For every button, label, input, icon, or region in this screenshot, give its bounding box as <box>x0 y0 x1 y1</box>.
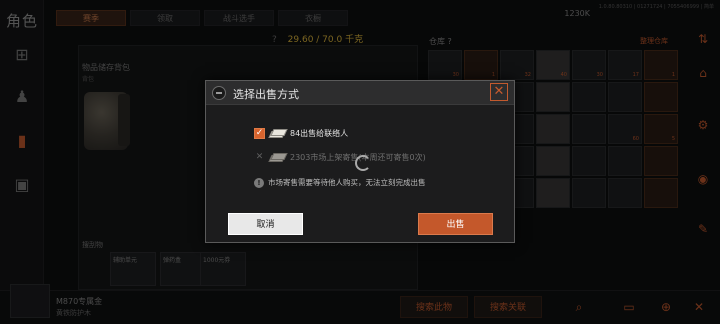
dialog-title: 选择出售方式 <box>233 88 299 101</box>
cancel-button[interactable]: 取消 <box>228 213 303 235</box>
note-text: 市场寄售需要等待他人购买，无法立刻完成出售 <box>268 178 426 187</box>
checkbox-checked-icon[interactable]: ✓ <box>254 127 265 139</box>
loading-spinner-icon <box>355 155 371 171</box>
option-a-label: 84出售给联络人 <box>290 128 349 138</box>
cash-stack-icon <box>268 152 288 162</box>
dialog-note: ! 市场寄售需要等待他人购买，无法立刻完成出售 <box>254 177 426 188</box>
disabled-x-icon: ✕ <box>255 151 264 162</box>
sell-button[interactable]: 出售 <box>418 213 493 235</box>
cash-stack-icon <box>268 128 288 138</box>
sell-method-dialog: 选择出售方式 ✕ ✓ 84出售给联络人 ✕ 2303市场上架寄售(本周还可寄售0… <box>205 80 515 243</box>
warning-icon: ! <box>254 177 264 188</box>
close-icon[interactable]: ✕ <box>490 83 508 101</box>
option-sell-to-contact[interactable]: ✓ 84出售给联络人 <box>254 126 348 140</box>
option-market-consign: ✕ 2303市场上架寄售(本周还可寄售0次) <box>254 150 426 164</box>
game-logo-icon <box>212 86 226 100</box>
dialog-header: 选择出售方式 ✕ <box>206 81 514 105</box>
